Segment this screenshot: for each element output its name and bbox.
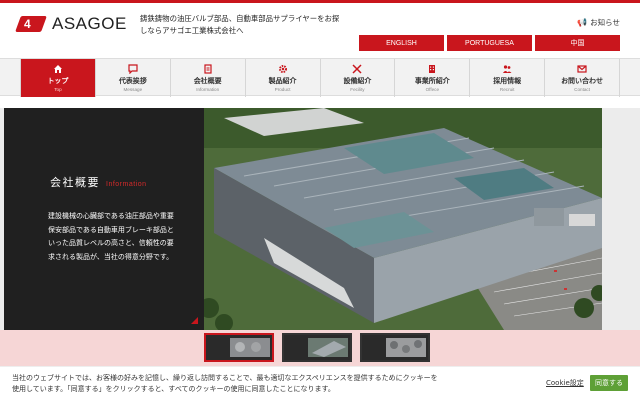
nav-item-information[interactable]: 会社概要 Information: [171, 59, 246, 97]
people-icon: [502, 64, 512, 74]
building-icon: [427, 64, 437, 74]
nav-item-recruit[interactable]: 採用情報 Recruit: [470, 59, 546, 97]
hero-text-panel: 会社概要 Information 建設機械の心臓部である油圧部品や重要保安部品で…: [4, 108, 204, 330]
gear-icon: [278, 64, 288, 74]
nav-label: 代表挨拶: [118, 77, 147, 85]
nav-label: 製品紹介: [268, 77, 297, 85]
cookie-banner: 当社のウェブサイトでは、お客様の好みを記憶し、繰り返し訪問することで、最も適切な…: [0, 366, 640, 400]
nav-item-facility[interactable]: 設備紹介 Fecility: [321, 59, 396, 97]
thumbnail-2[interactable]: [282, 333, 352, 362]
factory-aerial-photo: [204, 108, 602, 330]
tools-icon: [352, 64, 362, 74]
nav-label: お問い合わせ: [561, 77, 604, 85]
nav-label: 設備紹介: [343, 77, 372, 85]
thumbnail-1[interactable]: [204, 333, 274, 362]
nav-item-office[interactable]: 事業所紹介 Offece: [395, 59, 471, 97]
cookie-accept-button[interactable]: 同意する: [590, 375, 628, 391]
site-header: 4 ASAGOE 鋳鉄鋳物の油圧バルブ部品、自動車部品サプライヤーをお探しならア…: [0, 0, 640, 56]
mail-icon: [577, 64, 587, 74]
speech-bubble-icon: [128, 64, 138, 75]
nav-item-message[interactable]: 代表挨拶 Message: [96, 59, 171, 97]
global-nav: トップ Top 代表挨拶 Message 会社概要 Information 製品…: [0, 58, 640, 97]
hero-title-ja: 会社概要: [50, 176, 100, 189]
logo-mark: 4: [15, 16, 47, 32]
cookie-settings-link[interactable]: Cookie設定: [546, 378, 584, 388]
hero-title-en: Information: [106, 181, 147, 188]
nav-item-top[interactable]: トップ Top: [20, 59, 96, 97]
nav-sublabel: Offece: [425, 87, 440, 92]
cookie-message: 当社のウェブサイトでは、お客様の好みを記憶し、繰り返し訪問することで、最も適切な…: [12, 374, 438, 393]
thumbnail-3[interactable]: [360, 333, 430, 362]
nav-label: 会社概要: [193, 77, 222, 85]
nav-label: トップ: [47, 77, 69, 85]
news-link[interactable]: 📢 お知らせ: [577, 17, 620, 28]
lang-english-button[interactable]: ENGLISH: [359, 35, 444, 51]
slider-thumbnails: [0, 330, 640, 366]
lang-portuguese-button[interactable]: PORTUGUESA: [447, 35, 532, 51]
hero-slider: 会社概要 Information 建設機械の心臓部である油圧部品や重要保安部品で…: [0, 108, 640, 330]
nav-sublabel: Fecility: [350, 87, 365, 92]
site-tagline: 鋳鉄鋳物の油圧バルブ部品、自動車部品サプライヤーをお探しならアサゴエ工業株式会社…: [140, 14, 340, 35]
nav-sublabel: Message: [123, 87, 143, 92]
hero-body-text: 建設機械の心臓部である油圧部品や重要保安部品である自動車用ブレーキ部品といった品…: [48, 212, 174, 261]
nav-item-contact[interactable]: お問い合わせ Contact: [545, 59, 620, 97]
nav-sublabel: Information: [196, 87, 220, 92]
language-switcher: ENGLISH PORTUGUESA 中国: [359, 35, 620, 51]
nav-item-product[interactable]: 製品紹介 Product: [246, 59, 321, 97]
nav-sublabel: Product: [274, 87, 291, 92]
nav-label: 事業所紹介: [414, 77, 450, 85]
home-icon: [53, 64, 63, 74]
nav-sublabel: Contact: [574, 87, 590, 92]
corner-accent: [191, 317, 198, 324]
nav-sublabel: Recruit: [499, 87, 515, 92]
nav-label: 採用情報: [493, 77, 522, 85]
logo[interactable]: 4 ASAGOE: [15, 14, 127, 34]
hero-title: 会社概要 Information: [50, 174, 147, 190]
megaphone-icon: 📢: [577, 18, 588, 27]
news-link-label: お知らせ: [590, 18, 620, 27]
nav-sublabel: Top: [54, 87, 62, 92]
logo-glyph: 4: [24, 17, 31, 31]
logo-text: ASAGOE: [52, 14, 127, 33]
lang-chinese-button[interactable]: 中国: [535, 35, 620, 51]
document-icon: [203, 64, 213, 74]
